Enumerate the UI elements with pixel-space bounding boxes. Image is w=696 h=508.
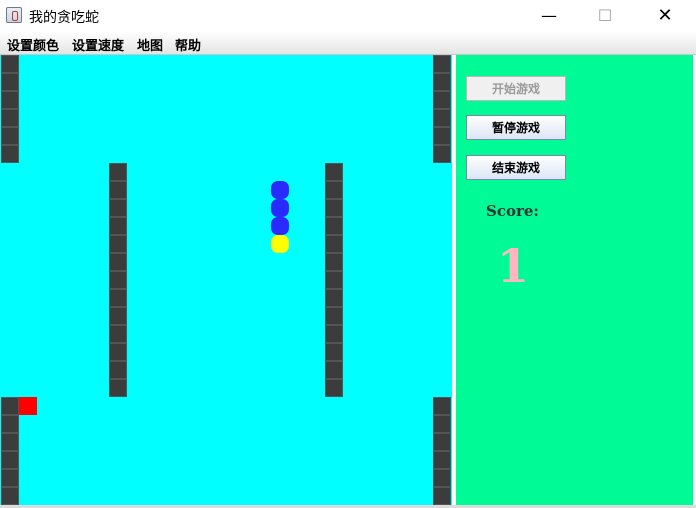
wall-block [325, 271, 343, 289]
wall-block [325, 289, 343, 307]
wall-block [109, 163, 127, 181]
wall-block [109, 289, 127, 307]
menu-help[interactable]: 帮助 [175, 35, 201, 54]
pause-game-button[interactable]: 暂停游戏 [466, 115, 566, 140]
title-bar: 我的贪吃蛇 — ☐ ✕ [0, 0, 696, 32]
close-icon[interactable]: ✕ [642, 0, 688, 32]
wall-block [109, 361, 127, 379]
wall-block [325, 163, 343, 181]
food-block [19, 397, 37, 415]
wall-block [325, 199, 343, 217]
score-label: Score: [486, 202, 539, 220]
wall-block [433, 487, 451, 505]
menu-set-color[interactable]: 设置颜色 [7, 35, 59, 54]
maximize-icon[interactable]: ☐ [582, 0, 628, 32]
wall-block [109, 307, 127, 325]
wall-block [1, 91, 19, 109]
start-game-button[interactable]: 开始游戏 [466, 76, 566, 101]
wall-block [109, 271, 127, 289]
wall-block [109, 199, 127, 217]
wall-block [109, 325, 127, 343]
wall-block [325, 253, 343, 271]
wall-block [325, 361, 343, 379]
wall-block [433, 73, 451, 91]
wall-block [325, 343, 343, 361]
wall-block [1, 397, 19, 415]
game-board [0, 55, 452, 505]
wall-block [1, 415, 19, 433]
wall-block [433, 127, 451, 145]
wall-block [325, 325, 343, 343]
snake-body-segment [271, 199, 289, 217]
score-value: 1 [497, 239, 530, 293]
wall-block [109, 235, 127, 253]
wall-block [433, 145, 451, 163]
wall-block [1, 73, 19, 91]
wall-block [1, 145, 19, 163]
snake-body-segment [271, 181, 289, 199]
snake-body-segment [271, 217, 289, 235]
wall-block [433, 469, 451, 487]
wall-block [109, 343, 127, 361]
wall-block [109, 181, 127, 199]
end-game-button[interactable]: 结束游戏 [466, 155, 566, 180]
wall-block [109, 253, 127, 271]
minimize-icon[interactable]: — [526, 0, 572, 32]
wall-block [1, 469, 19, 487]
snake-head [271, 235, 289, 253]
wall-block [433, 91, 451, 109]
wall-block [433, 415, 451, 433]
java-app-icon [6, 7, 22, 23]
wall-block [325, 217, 343, 235]
wall-block [433, 433, 451, 451]
wall-block [325, 235, 343, 253]
wall-block [325, 307, 343, 325]
wall-block [109, 217, 127, 235]
menu-set-speed[interactable]: 设置速度 [72, 35, 124, 54]
wall-block [1, 451, 19, 469]
wall-block [433, 451, 451, 469]
wall-block [1, 127, 19, 145]
wall-block [1, 109, 19, 127]
wall-block [433, 109, 451, 127]
side-panel: 开始游戏 暂停游戏 结束游戏 Score: 1 [456, 55, 693, 505]
menu-bar: 设置颜色 设置速度 地图 帮助 [0, 32, 696, 55]
wall-block [1, 55, 19, 73]
window-title: 我的贪吃蛇 [29, 10, 99, 26]
menu-map[interactable]: 地图 [137, 35, 163, 54]
wall-block [433, 55, 451, 73]
wall-block [433, 397, 451, 415]
wall-block [325, 181, 343, 199]
wall-block [1, 487, 19, 505]
wall-block [1, 433, 19, 451]
wall-block [325, 379, 343, 397]
wall-block [109, 379, 127, 397]
